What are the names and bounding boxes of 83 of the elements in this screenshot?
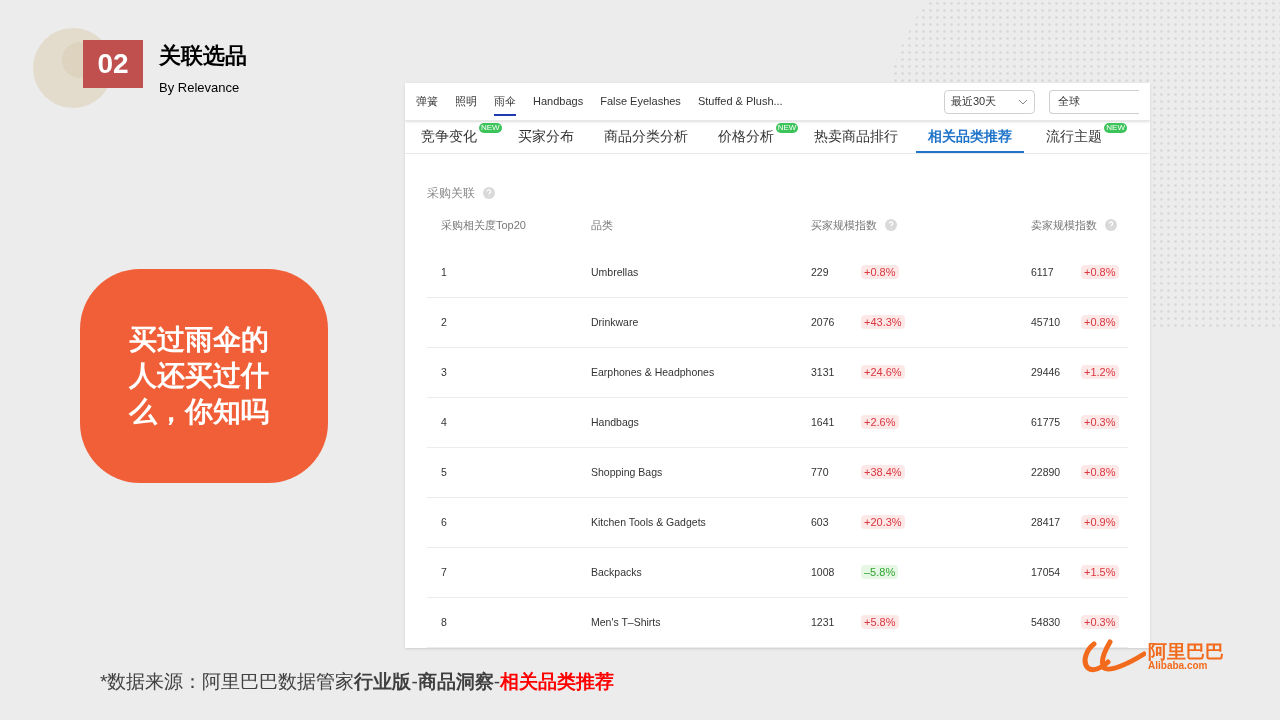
table-cell-text: 2076 <box>811 314 836 330</box>
section-subtitle: By Relevance <box>159 78 241 97</box>
chevron-down-icon <box>1018 98 1028 105</box>
change-tag: +5.8% <box>861 615 899 630</box>
table-cell-text: Backpacks <box>591 564 643 580</box>
change-tag: +24.6% <box>861 365 905 380</box>
table-cell-text: 6117 <box>1031 264 1055 280</box>
change-tag: +0.8% <box>1081 315 1119 330</box>
change-tag: +0.9% <box>1081 515 1119 530</box>
table-cell-text: 22890 <box>1031 464 1062 480</box>
table-cell-text: 4 <box>441 414 448 430</box>
help-icon <box>885 219 897 231</box>
logo-wordmark: 阿里巴巴 <box>1148 641 1224 661</box>
category-tab[interactable]: 雨伞 <box>494 86 516 117</box>
help-icon <box>483 187 495 199</box>
tab[interactable]: 价格分析 <box>705 121 776 153</box>
change-tag: –5.8% <box>861 565 899 580</box>
change-tag: +0.3% <box>1081 415 1119 430</box>
section-number: 02 <box>83 40 143 88</box>
table-cell-text: Handbags <box>591 414 640 430</box>
table-cell-text: 17054 <box>1031 564 1062 580</box>
table-cell-text: Shopping Bags <box>591 464 664 480</box>
logo-domain: Alibaba.com <box>1148 660 1208 671</box>
column-header: 品类 <box>591 217 613 233</box>
table-cell-text: 7 <box>441 564 448 580</box>
change-tag: +0.8% <box>861 265 899 280</box>
section-heading: 采购关联 <box>427 185 475 202</box>
table-cell-text: 45710 <box>1031 314 1062 330</box>
change-tag: +43.3% <box>861 315 905 330</box>
change-tag: +0.8% <box>1081 265 1119 280</box>
table-cell-text: 8 <box>441 614 448 630</box>
category-tab[interactable]: 照明 <box>455 86 477 117</box>
source-note: *数据来源：阿里巴巴数据管家行业版-商品洞察-相关品类推荐 <box>100 670 615 694</box>
new-badge: NEW <box>1104 123 1127 133</box>
tab[interactable]: 商品分类分析 <box>591 121 700 153</box>
table-cell-text: 29446 <box>1031 364 1062 380</box>
table-cell-text: Earphones & Headphones <box>591 364 716 380</box>
table-cell-text: 1641 <box>811 414 836 430</box>
tab[interactable]: 热卖商品排行 <box>802 121 911 153</box>
change-tag: +38.4% <box>861 465 905 480</box>
category-tab[interactable]: Handbags <box>533 86 584 117</box>
tab[interactable]: 买家分布 <box>505 121 586 153</box>
category-tab[interactable]: False Eyelashes <box>600 86 681 117</box>
table-cell-text: 3 <box>441 364 448 380</box>
callout: 买过雨伞的人还买过什么，你知吗 <box>80 269 328 483</box>
table-cell-text: 6 <box>441 514 448 530</box>
table-cell-text: 1231 <box>811 614 836 630</box>
change-tag: +0.3% <box>1081 615 1119 630</box>
table-cell-text: Drinkware <box>591 314 640 330</box>
table-cell-text: Kitchen Tools & Gadgets <box>591 514 707 530</box>
category-tab[interactable]: Stuffed & Plush... <box>697 86 783 117</box>
table-cell-text: 61775 <box>1031 414 1062 430</box>
table-cell-text: 3131 <box>811 364 836 380</box>
help-icon <box>1105 219 1117 231</box>
section-title: 关联选品 <box>159 42 247 70</box>
table-cell-text: Men's T–Shirts <box>591 614 662 630</box>
change-tag: +20.3% <box>861 515 905 530</box>
table-cell-text: 2 <box>441 314 448 330</box>
change-tag: +1.5% <box>1081 565 1119 580</box>
table-cell-text: 54830 <box>1031 614 1062 630</box>
table-cell-text: 5 <box>441 464 448 480</box>
tab[interactable]: 竞争变化 <box>409 121 479 153</box>
tab[interactable]: 相关品类推荐 <box>916 121 1025 153</box>
table-cell-text: 1 <box>441 264 448 280</box>
table-cell-text: 229 <box>811 264 830 280</box>
table-cell-text: 28417 <box>1031 514 1062 530</box>
column-header: 卖家规模指数 <box>1031 217 1097 233</box>
category-tab[interactable]: 弹簧 <box>416 86 438 117</box>
region-select[interactable]: 全球 <box>1049 89 1139 114</box>
table-cell-text: 1008 <box>811 564 836 580</box>
period-select[interactable]: 最近30天 <box>944 89 1035 114</box>
table-cell-text: 603 <box>811 514 830 530</box>
table-cell-text: 770 <box>811 464 830 480</box>
column-header: 买家规模指数 <box>811 217 877 233</box>
new-badge: NEW <box>479 123 502 133</box>
change-tag: +2.6% <box>861 415 899 430</box>
logo-icon <box>1080 638 1146 674</box>
change-tag: +1.2% <box>1081 365 1119 380</box>
column-header: 采购相关度Top20 <box>441 217 526 233</box>
new-badge: NEW <box>775 123 799 133</box>
table-cell-text: Umbrellas <box>591 264 640 280</box>
tab[interactable]: 流行主题 <box>1034 121 1105 153</box>
change-tag: +0.8% <box>1081 465 1119 480</box>
